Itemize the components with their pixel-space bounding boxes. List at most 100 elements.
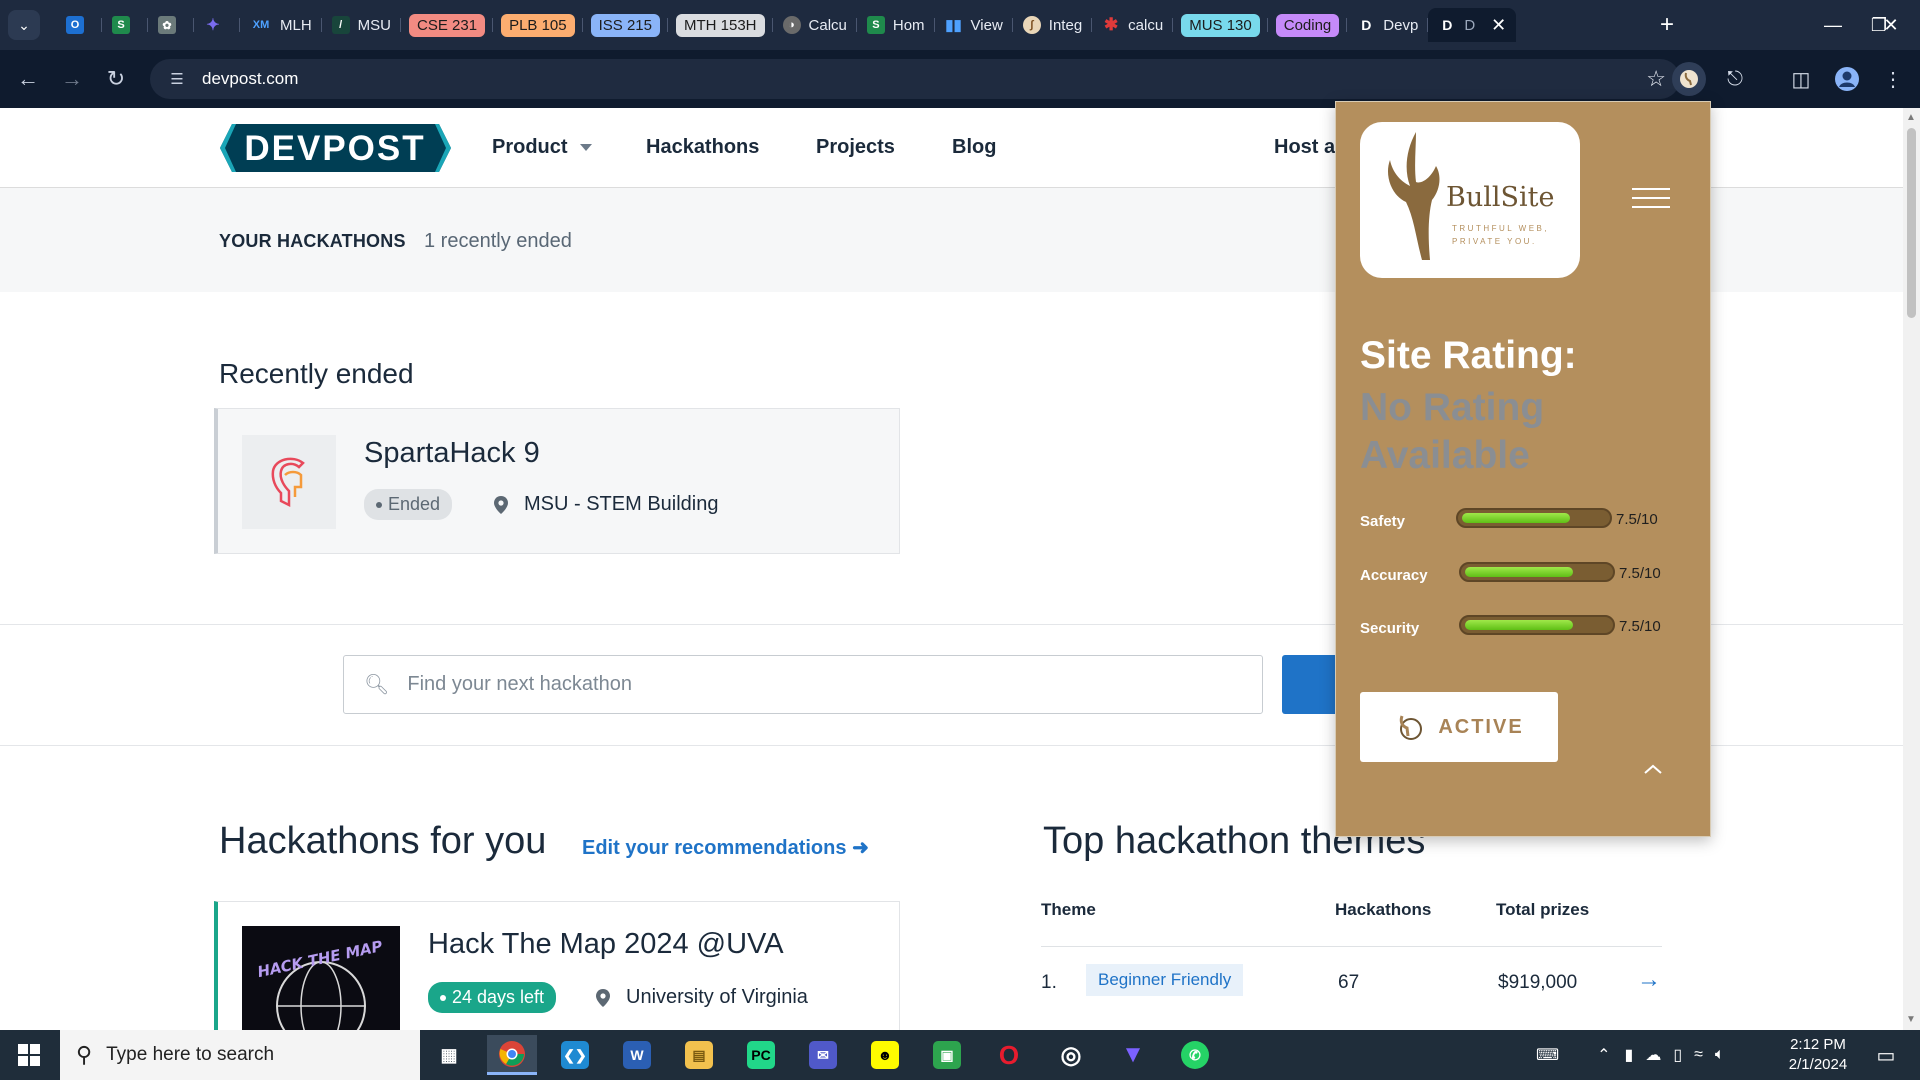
your-hackathons-label[interactable]: YOUR HACKATHONS [219, 231, 406, 252]
tab-outlook[interactable]: O [56, 8, 102, 42]
edit-recommendations-link[interactable]: Edit your recommendations ➜ [582, 835, 869, 860]
clock-time: 2:12 PM [1790, 1036, 1846, 1053]
music-taskbar-icon[interactable]: ◎ [1046, 1035, 1096, 1075]
nav-hackathons[interactable]: Hackathons [646, 136, 759, 159]
hackathon-search-field[interactable]: 🔍︎ [343, 655, 1263, 714]
tab-search-button[interactable]: ⌄ [8, 10, 40, 40]
scroll-up-icon[interactable]: ▲ [1906, 112, 1916, 123]
search-input[interactable] [407, 673, 1228, 696]
windows-start-icon[interactable] [0, 1030, 58, 1080]
tab-devpost[interactable]: D Devp [1347, 8, 1429, 42]
vscode-taskbar-icon[interactable]: ❮❯ [550, 1035, 600, 1075]
site-info-icon[interactable]: ☰ [164, 66, 190, 92]
tab-integ[interactable]: ∫ Integ [1013, 8, 1093, 42]
taskbar-search[interactable]: ⚲ Type here to search [60, 1030, 420, 1080]
devpost-logo[interactable]: DEVPOST [220, 124, 451, 172]
hackathon-card-hackthemap[interactable]: HACK THE MAP Hack The Map 2024 @UVA 24 d… [214, 901, 900, 1030]
profile-avatar[interactable] [1830, 62, 1864, 96]
keyboard-icon[interactable]: ⌨ [1536, 1045, 1559, 1065]
wifi-icon[interactable]: ≈ [1694, 1046, 1703, 1064]
clock-date: 2/1/2024 [1788, 1056, 1848, 1073]
proton-taskbar-icon[interactable]: ▼ [1108, 1035, 1158, 1075]
url-text[interactable]: devpost.com [202, 69, 298, 89]
forward-icon[interactable]: → [56, 63, 88, 95]
device-icon[interactable]: ▮ [1625, 1045, 1634, 1065]
tab-home[interactable]: S Hom [857, 8, 935, 42]
scroll-thumb[interactable] [1907, 128, 1916, 318]
bullsite-extension-icon[interactable] [1672, 62, 1706, 96]
chevron-up-icon[interactable]: ⌃ [1597, 1045, 1610, 1065]
tab-label: View [970, 16, 1003, 34]
bull-globe-icon [1400, 715, 1423, 740]
close-window-button[interactable]: ✕ [1868, 8, 1914, 42]
theme-tag[interactable]: Beginner Friendly [1086, 964, 1244, 996]
hackathon-title[interactable]: Hack The Map 2024 @UVA [428, 928, 784, 961]
tab-group-cse231[interactable]: CSE 231 [401, 8, 494, 42]
close-tab-icon[interactable]: ✕ [1491, 15, 1506, 36]
file-explorer-taskbar-icon[interactable]: ▤ [674, 1035, 724, 1075]
hackathon-card-spartahack[interactable]: SpartaHack 9 Ended MSU - STEM Building [214, 408, 900, 554]
hackathon-location: MSU - STEM Building [494, 493, 719, 516]
nav-projects[interactable]: Projects [816, 136, 895, 159]
theme-rank: 1. [1041, 972, 1057, 993]
tab-calcu-2[interactable]: ✱ calcu [1092, 8, 1174, 42]
cloud-icon[interactable]: ☁ [1645, 1045, 1661, 1065]
chevron-down-icon [579, 144, 592, 152]
tab-group-mth153h[interactable]: MTH 153H [668, 8, 773, 42]
back-icon[interactable]: ← [12, 63, 44, 95]
pycharm-taskbar-icon[interactable]: PC [736, 1035, 786, 1075]
bookmark-star-icon[interactable]: ☆ [1646, 66, 1666, 92]
page-scrollbar[interactable]: ▲ ▼ [1903, 108, 1920, 1030]
address-bar[interactable]: ☰ devpost.com ☆ [150, 59, 1680, 99]
extensions-puzzle-icon[interactable]: ⎋ [1718, 62, 1752, 96]
hackathon-title[interactable]: SpartaHack 9 [364, 437, 540, 470]
tab-view[interactable]: ▮▮ View [935, 8, 1013, 42]
speaker-muted-icon[interactable]: 🔈︎ [1715, 1046, 1725, 1064]
taskbar-search-placeholder: Type here to search [106, 1044, 275, 1065]
active-toggle-button[interactable]: ACTIVE [1360, 692, 1558, 762]
side-panel-icon[interactable]: ◫ [1784, 62, 1818, 96]
recently-ended-title: Recently ended [219, 358, 414, 389]
tab-group-mus130[interactable]: MUS 130 [1173, 8, 1268, 42]
devpost-icon: D [1361, 17, 1372, 33]
tab-group-chip: MTH 153H [675, 13, 765, 37]
chevron-up-icon[interactable] [1642, 762, 1664, 776]
hamburger-menu-icon[interactable] [1632, 188, 1670, 208]
tab-s-app[interactable]: S [102, 8, 148, 42]
tab-group-plb105[interactable]: PLB 105 [493, 8, 583, 42]
status-badge-label: Ended [388, 494, 441, 514]
nav-blog[interactable]: Blog [952, 136, 996, 159]
tab-calcu[interactable]: ◑ Calcu [773, 8, 857, 42]
opera-taskbar-icon[interactable]: O [984, 1035, 1034, 1075]
tab-chatgpt[interactable]: ✿ [148, 8, 194, 42]
reload-icon[interactable]: ↻ [100, 63, 132, 95]
whatsapp-taskbar-icon[interactable]: ✆ [1170, 1035, 1220, 1075]
new-tab-button[interactable]: + [1652, 9, 1682, 41]
taskbar-clock[interactable]: 2:12 PM 2/1/2024 [1768, 1035, 1868, 1075]
tab-gemini[interactable]: ✦ [194, 8, 240, 42]
tab-msu[interactable]: / MSU [322, 8, 402, 42]
word-taskbar-icon[interactable]: W [612, 1035, 662, 1075]
minimize-button[interactable]: — [1810, 8, 1856, 42]
notifications-icon[interactable]: ▭ [1866, 1030, 1906, 1080]
battery-icon[interactable]: ▯ [1673, 1045, 1682, 1065]
teams-taskbar-icon[interactable]: ▣ [922, 1035, 972, 1075]
column-header: Hackathons [1335, 900, 1432, 919]
menu-kebab-icon[interactable]: ⋮ [1876, 62, 1910, 96]
tab-devpost-active[interactable]: D D ✕ [1428, 8, 1517, 42]
chrome-taskbar-icon[interactable] [487, 1035, 537, 1075]
nav-product[interactable]: Product [492, 136, 592, 159]
tab-group-iss215[interactable]: ISS 215 [583, 8, 668, 42]
task-view-icon[interactable]: ▦ [424, 1035, 474, 1075]
chat-taskbar-icon[interactable]: ✉ [798, 1035, 848, 1075]
tab-label: Integ [1048, 16, 1083, 34]
tab-mlh[interactable]: XM MLH [240, 8, 322, 42]
nav-host[interactable]: Host a [1274, 136, 1335, 159]
scroll-down-icon[interactable]: ▼ [1906, 1014, 1916, 1025]
snapchat-taskbar-icon[interactable]: ☻ [860, 1035, 910, 1075]
arrow-right-icon[interactable]: → [1637, 966, 1661, 994]
tab-group-coding[interactable]: Coding [1268, 8, 1348, 42]
recently-ended-count[interactable]: 1 recently ended [424, 230, 572, 253]
chart-icon: ▮▮ [945, 17, 962, 34]
table-divider [1041, 946, 1662, 947]
